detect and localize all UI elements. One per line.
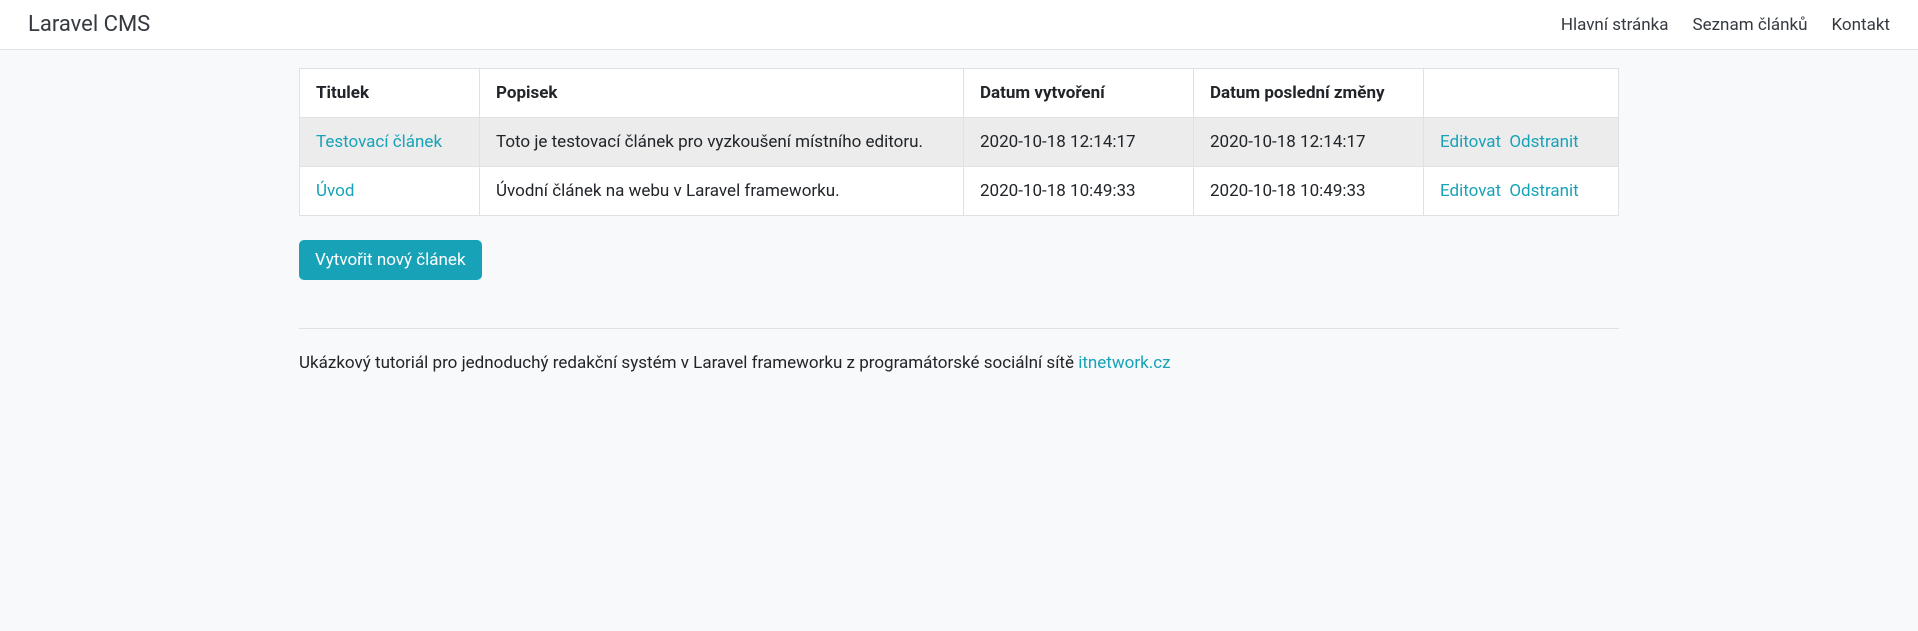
table-row: Testovací článek Toto je testovací článe… bbox=[300, 118, 1619, 167]
articles-table: Titulek Popisek Datum vytvoření Datum po… bbox=[299, 68, 1619, 216]
nav-link-home[interactable]: Hlavní stránka bbox=[1561, 15, 1669, 35]
footer: Ukázkový tutoriál pro jednoduchý redakčn… bbox=[299, 353, 1619, 413]
delete-link[interactable]: Odstranit bbox=[1509, 181, 1578, 201]
nav-link-articles[interactable]: Seznam článků bbox=[1693, 15, 1808, 35]
th-created: Datum vytvoření bbox=[964, 69, 1194, 118]
th-title: Titulek bbox=[300, 69, 480, 118]
article-updated: 2020-10-18 10:49:33 bbox=[1194, 167, 1424, 216]
article-created: 2020-10-18 12:14:17 bbox=[964, 118, 1194, 167]
th-actions bbox=[1424, 69, 1619, 118]
table-header-row: Titulek Popisek Datum vytvoření Datum po… bbox=[300, 69, 1619, 118]
navbar: Laravel CMS Hlavní stránka Seznam článků… bbox=[0, 0, 1918, 50]
article-description: Toto je testovací článek pro vyzkoušení … bbox=[480, 118, 964, 167]
delete-link[interactable]: Odstranit bbox=[1509, 132, 1578, 152]
edit-link[interactable]: Editovat bbox=[1440, 181, 1501, 201]
brand-link[interactable]: Laravel CMS bbox=[28, 12, 150, 37]
article-created: 2020-10-18 10:49:33 bbox=[964, 167, 1194, 216]
nav-list: Hlavní stránka Seznam článků Kontakt bbox=[1561, 15, 1890, 35]
nav-link-contact[interactable]: Kontakt bbox=[1831, 15, 1890, 35]
table-row: Úvod Úvodní článek na webu v Laravel fra… bbox=[300, 167, 1619, 216]
article-title-link[interactable]: Testovací článek bbox=[316, 132, 442, 152]
edit-link[interactable]: Editovat bbox=[1440, 132, 1501, 152]
article-description: Úvodní článek na webu v Laravel framewor… bbox=[480, 167, 964, 216]
th-updated: Datum poslední změny bbox=[1194, 69, 1424, 118]
footer-link[interactable]: itnetwork.cz bbox=[1078, 353, 1170, 373]
create-article-button[interactable]: Vytvořit nový článek bbox=[299, 240, 482, 280]
divider bbox=[299, 328, 1619, 329]
article-title-link[interactable]: Úvod bbox=[316, 181, 354, 201]
main-content: Titulek Popisek Datum vytvoření Datum po… bbox=[279, 50, 1639, 413]
footer-text: Ukázkový tutoriál pro jednoduchý redakčn… bbox=[299, 353, 1078, 373]
article-updated: 2020-10-18 12:14:17 bbox=[1194, 118, 1424, 167]
th-description: Popisek bbox=[480, 69, 964, 118]
